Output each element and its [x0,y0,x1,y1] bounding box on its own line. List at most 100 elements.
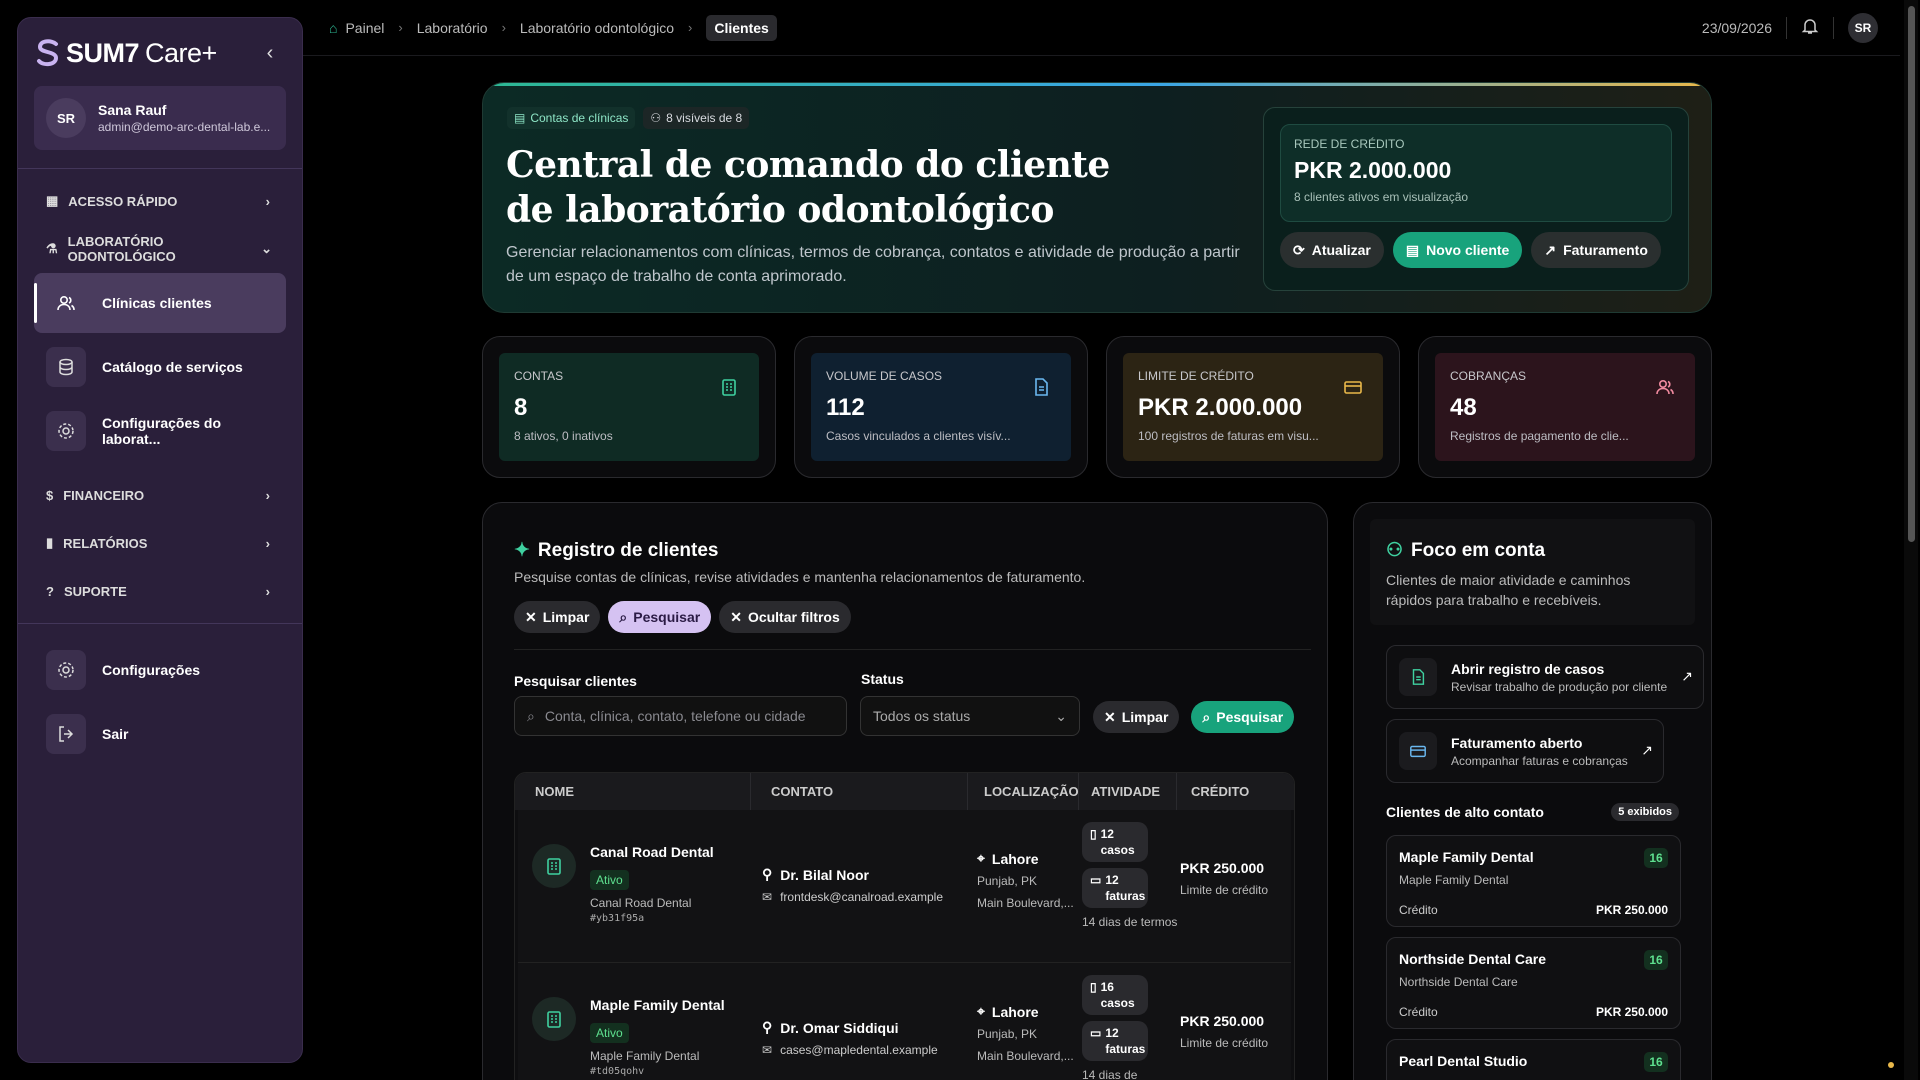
table-header: NOME CONTATO LOCALIZAÇÃO ATIVIDADE CRÉDI… [515,773,1294,810]
cases-count: ▯ 16 casos [1082,975,1148,1015]
nav-reports[interactable]: ▮ RELATÓRIOS › [18,519,302,567]
stat-inner: VOLUME DE CASOS 112 Casos vinculados a c… [811,353,1071,461]
arrow-up-right-icon: ↗ [1641,742,1653,758]
nav-quick-access[interactable]: ▦ ACESSO RÁPIDO › [18,177,302,225]
refresh-button[interactable]: ⟳ Atualizar [1280,232,1384,268]
building-icon [532,844,576,888]
tag-visible-count: ⚇ 8 visíveis de 8 [643,107,750,129]
nav-support[interactable]: ? SUPORTE › [18,567,302,615]
nav-quick-access-label: ACESSO RÁPIDO [68,193,178,209]
client-name[interactable]: Canal Road Dental [590,844,714,860]
column-header-credit[interactable]: CRÉDITO [1177,773,1287,810]
status-select[interactable]: Todos os status ⌄ [860,696,1080,736]
nav-financial[interactable]: $ FINANCEIRO › [18,471,302,519]
sidebar-item-label: Clínicas clientes [102,295,212,311]
brand-logo[interactable]: SUM7 Care+ [36,38,217,69]
chip-label: Limpar [542,609,590,625]
search-button[interactable]: ⌕ Pesquisar [1191,701,1295,733]
new-client-button[interactable]: ▤ Novo cliente [1392,232,1523,268]
collapse-sidebar-icon[interactable]: ‹ [258,42,282,65]
cell-name: Canal Road Dental Ativo Canal Road Denta… [518,810,754,962]
tag-label: Contas de clínicas [530,111,629,125]
sidebar-item-label: Sair [102,726,129,742]
chevron-right-icon: › [688,20,693,35]
user-avatar[interactable]: SR [1848,12,1878,43]
building-icon: ▤ [1405,241,1420,258]
status-badge: Ativo [590,870,629,890]
stat-sub: Registros de pagamento de clie... [1450,429,1629,443]
search-chip[interactable]: ⌕ Pesquisar [608,601,712,633]
users-icon [1655,377,1675,402]
top-clients-count-badge: 5 exibidos [1611,803,1679,821]
top-client-card[interactable]: Pearl Dental Studio 16 [1386,1039,1681,1080]
top-clients-header: Clientes de alto contato 5 exibidos [1386,803,1679,821]
sidebar-item-catalog[interactable]: Catálogo de serviços [34,337,286,397]
column-header-contact[interactable]: CONTATO [751,773,968,810]
scrollbar[interactable] [1904,0,1918,1080]
search-icon: ⌕ [619,608,628,625]
stat-sub: Casos vinculados a clientes visív... [826,429,1011,443]
column-header-location[interactable]: LOCALIZAÇÃO [968,773,1079,810]
top-client-card[interactable]: Maple Family Dental Maple Family Dental … [1386,835,1681,927]
credit-label: Limite de crédito [1180,883,1269,897]
brand-name: SUM7 [66,37,140,68]
building-icon: ▤ [514,111,526,125]
sidebar-item-clinics[interactable]: Clínicas clientes [34,273,286,333]
sidebar-item-settings[interactable]: Configurações [34,640,286,700]
billing-button[interactable]: ↗ Faturamento [1531,232,1661,268]
page-description: Gerenciar relacionamentos com clínicas, … [506,244,1240,285]
sidebar-item-label: Configurações [102,662,201,678]
chevron-right-icon: › [265,583,270,599]
column-header-activity[interactable]: ATIVIDADE [1079,773,1177,810]
accent-bar [483,83,1711,86]
stats-row: CONTAS 8 8 ativos, 0 inativos VOLUME DE … [482,336,1712,478]
registry-title-text: Registro de clientes [537,539,719,561]
filter-buttons: ✕ Limpar ⌕ Pesquisar [1093,701,1295,733]
search-input[interactable]: ⌕ Conta, clínica, contato, telefone ou c… [514,696,847,736]
hide-filters-chip[interactable]: ✕ Ocultar filtros [719,601,851,633]
breadcrumb-dental-lab[interactable]: Laboratório odontológico [520,20,674,36]
open-billing-link[interactable]: Faturamento aberto Acompanhar faturas e c… [1386,719,1664,783]
breadcrumb-label: Painel [345,19,385,36]
credit-card-icon [1343,377,1363,402]
stat-value: 8 [514,394,528,421]
help-icon: ? [46,583,54,599]
chip-label: Ocultar filtros [747,609,840,625]
brand-suffix: Care+ [145,37,217,68]
chevron-down-icon: ⌄ [261,241,272,256]
sidebar-item-lab-settings[interactable]: Configurações do laborat... [34,401,286,461]
invoices-word: faturas [1105,1042,1146,1056]
open-case-registry-link[interactable]: Abrir registro de casos Revisar trabalho … [1386,645,1704,709]
map-pin-icon: ⌖ [977,850,985,866]
bell-icon[interactable] [1801,17,1819,38]
table-row[interactable]: Canal Road Dental Ativo Canal Road Denta… [518,810,1291,963]
clear-chip[interactable]: ✕ Limpar [514,601,601,633]
user-card[interactable]: SR Sana Rauf admin@demo-arc-dental-lab.e… [34,86,286,150]
link-sub: Revisar trabalho de produção por cliente [1451,679,1668,694]
location-city-text: Lahore [991,1003,1039,1020]
stat-value: PKR 2.000.000 [1138,394,1303,421]
clear-button[interactable]: ✕ Limpar [1093,701,1180,733]
nav-lab-section[interactable]: ⚗ LABORATÓRIO ODONTOLÓGICO ⌄ [18,225,302,273]
chevron-down-icon: ⌄ [1055,707,1067,724]
page-title: Central de comando do cliente de laborat… [506,144,1110,231]
client-name[interactable]: Maple Family Dental [590,997,725,1013]
breadcrumb-lab[interactable]: Laboratório [417,20,488,36]
clients-table: NOME CONTATO LOCALIZAÇÃO ATIVIDADE CRÉDI… [514,772,1295,1080]
close-icon: ✕ [525,608,537,625]
scrollbar-thumb[interactable] [1908,6,1915,542]
cell-credit: PKR 250.000 Limite de crédito [1180,810,1280,962]
tag-clinic-accounts: ▤ Contas de clínicas [507,107,636,129]
column-header-name[interactable]: NOME [515,773,751,810]
gear-icon [46,650,86,690]
top-client-card[interactable]: Northside Dental Care Northside Dental C… [1386,937,1681,1029]
mail-icon: ✉ [762,1043,773,1057]
breadcrumb-home[interactable]: ⌂ Painel [329,20,384,36]
top-client-sub: Northside Dental Care [1399,975,1518,989]
table-row[interactable]: Maple Family Dental Ativo Maple Family D… [518,963,1291,1080]
arrow-up-right-icon: ↗ [1681,668,1693,684]
sidebar-item-logout[interactable]: Sair [34,704,286,764]
tag-label: 8 visíveis de 8 [666,111,743,125]
topbar-right: 23/09/2026 SR [1702,12,1878,43]
map-pin-icon: ⌖ [977,1003,985,1019]
